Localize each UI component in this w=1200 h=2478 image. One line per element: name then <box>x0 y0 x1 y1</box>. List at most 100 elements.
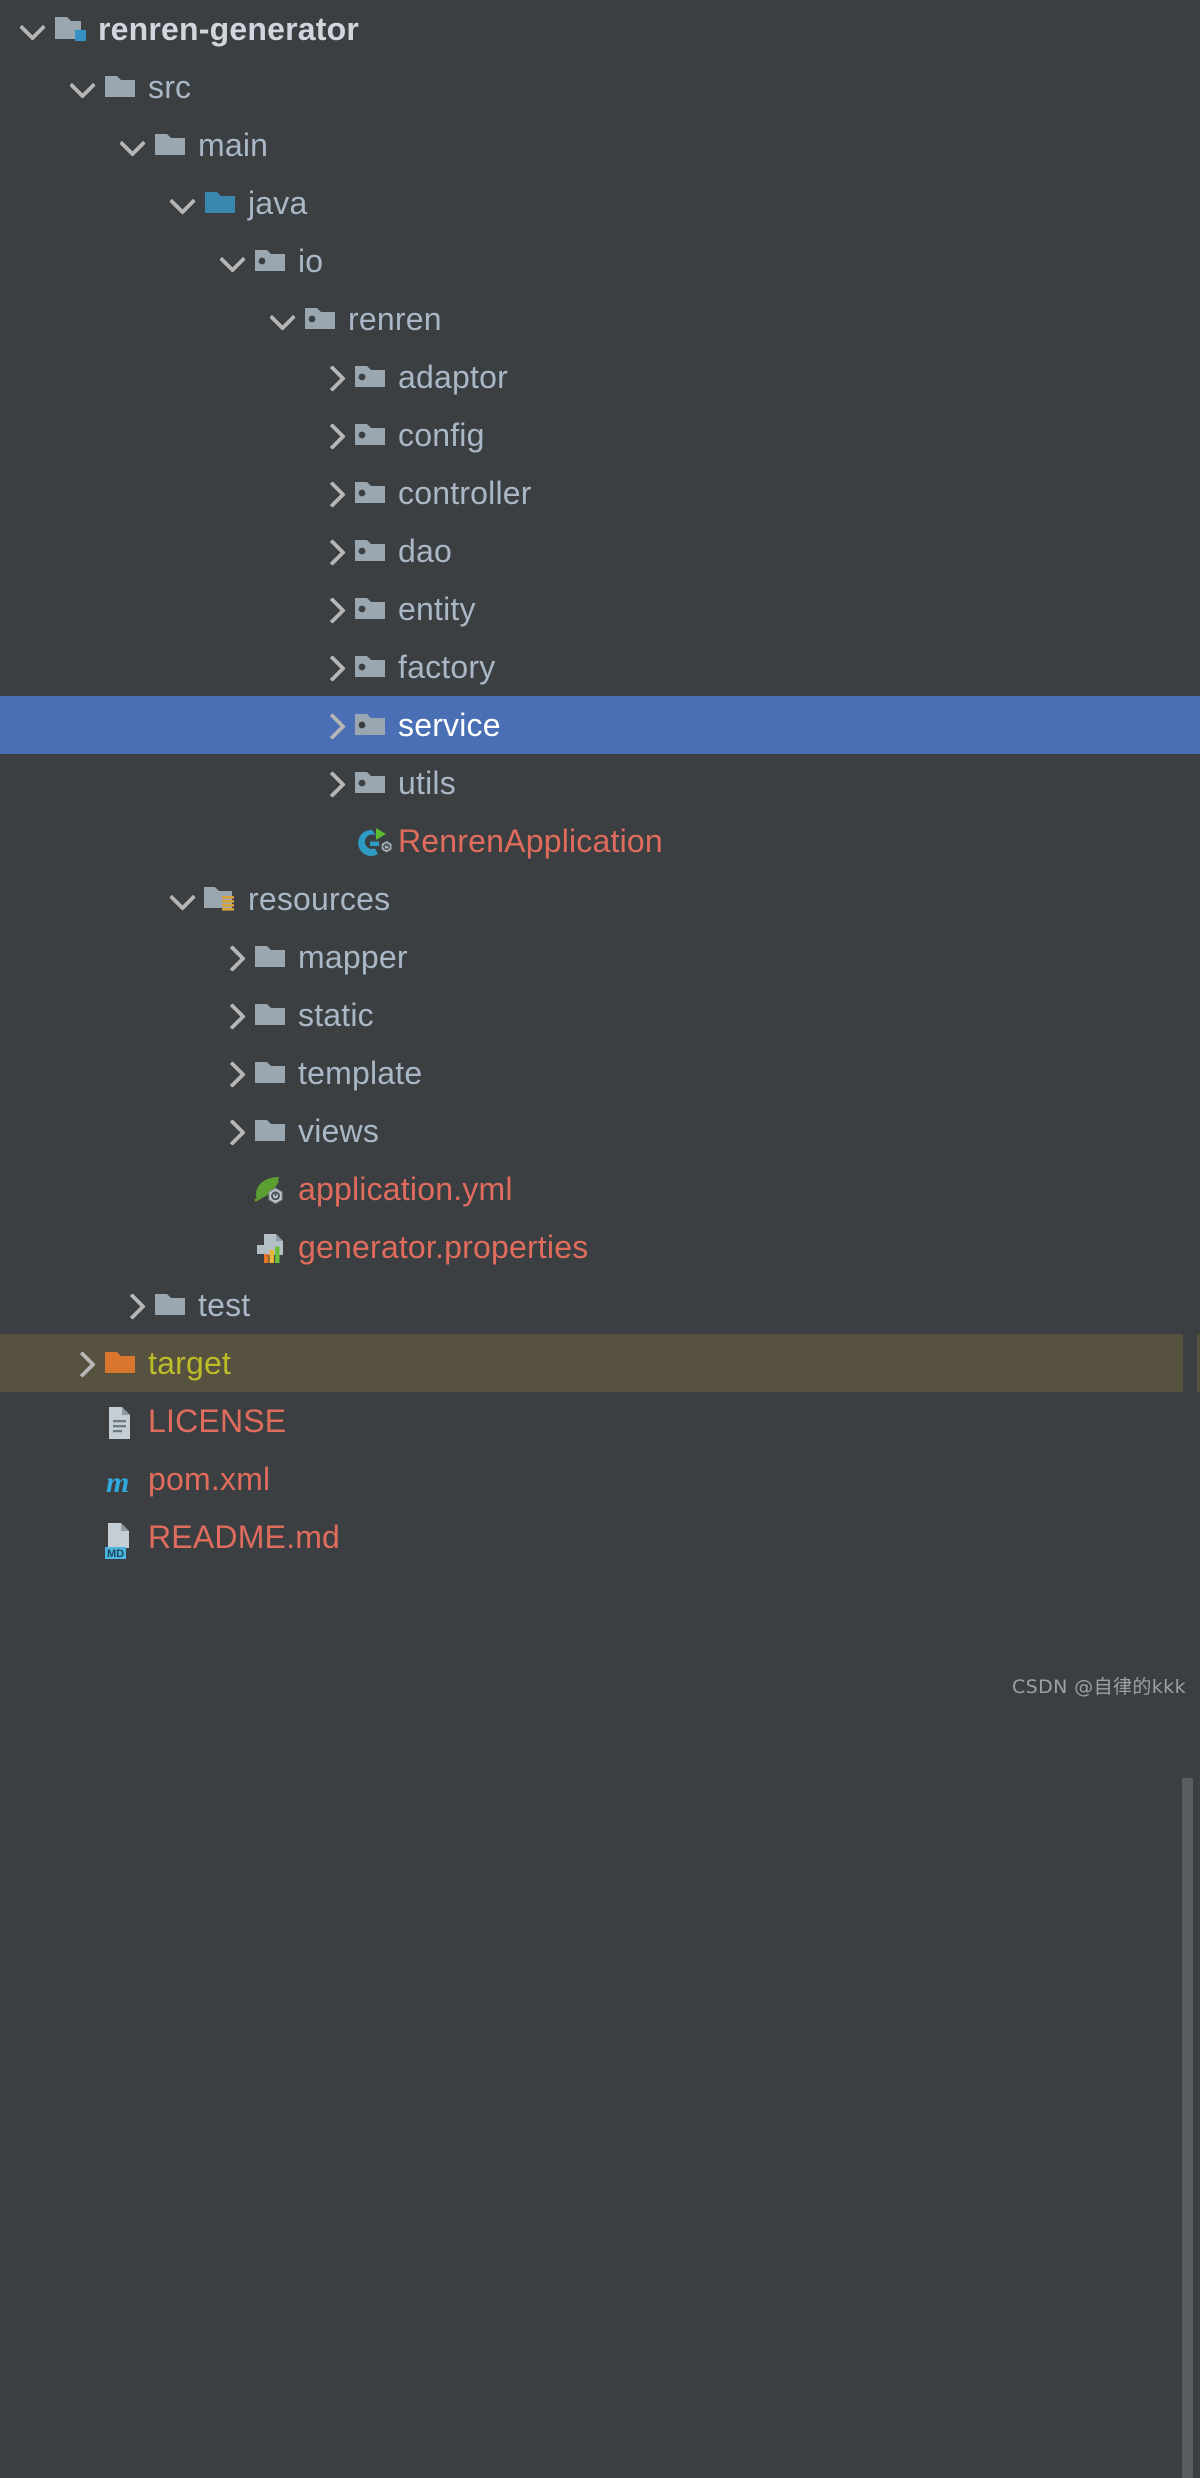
tree-row[interactable]: RenrenApplication <box>0 812 1200 870</box>
indent-spacer <box>0 493 316 494</box>
tree-row[interactable]: views <box>0 1102 1200 1160</box>
folder-icon <box>250 928 296 986</box>
chevron-down-icon[interactable] <box>266 290 300 348</box>
tree-node-label: LICENSE <box>148 1403 287 1439</box>
no-arrow-spacer <box>216 1160 250 1218</box>
tree-row[interactable]: static <box>0 986 1200 1044</box>
markdown-file-icon: MD <box>100 1508 146 1566</box>
no-arrow-spacer <box>216 1218 250 1276</box>
tree-row[interactable]: factory <box>0 638 1200 696</box>
no-arrow-spacer <box>316 812 350 870</box>
tree-row[interactable]: renren <box>0 290 1200 348</box>
tree-row[interactable]: generator.properties <box>0 1218 1200 1276</box>
spring-boot-run-icon <box>350 812 396 870</box>
indent-spacer <box>0 1421 66 1422</box>
svg-text:m: m <box>106 1466 129 1499</box>
tree-row[interactable]: main <box>0 116 1200 174</box>
indent-spacer <box>0 1189 216 1190</box>
chevron-right-icon[interactable] <box>316 696 350 754</box>
package-icon <box>300 290 346 348</box>
chevron-right-icon[interactable] <box>216 1102 250 1160</box>
tree-row[interactable]: LICENSE <box>0 1392 1200 1450</box>
package-icon <box>250 232 296 290</box>
package-icon <box>350 580 396 638</box>
indent-spacer <box>0 1479 66 1480</box>
module-folder-icon <box>50 0 96 58</box>
tree-node-label: renren <box>348 301 442 337</box>
indent-spacer <box>0 377 316 378</box>
chevron-right-icon[interactable] <box>216 1044 250 1102</box>
tree-row[interactable]: dao <box>0 522 1200 580</box>
tree-node-label: dao <box>398 533 452 569</box>
tree-node-label: adaptor <box>398 359 508 395</box>
chevron-right-icon[interactable] <box>316 464 350 522</box>
tree-node-label: factory <box>398 649 496 685</box>
tree-row[interactable]: test <box>0 1276 1200 1334</box>
tree-node-label: src <box>148 69 192 105</box>
indent-spacer <box>0 1363 66 1364</box>
chevron-right-icon[interactable] <box>216 928 250 986</box>
chevron-down-icon[interactable] <box>166 870 200 928</box>
vertical-scrollbar-thumb[interactable] <box>1182 1778 1193 2478</box>
indent-spacer <box>0 87 66 88</box>
folder-icon <box>150 1276 196 1334</box>
indent-spacer <box>0 609 316 610</box>
tree-row[interactable]: service <box>0 696 1200 754</box>
vertical-scrollbar-track[interactable] <box>1182 888 1197 2478</box>
tree-row[interactable]: src <box>0 58 1200 116</box>
package-icon <box>350 464 396 522</box>
tree-row[interactable]: renren-generator <box>0 0 1200 58</box>
chevron-right-icon[interactable] <box>116 1276 150 1334</box>
tree-node-label: controller <box>398 475 532 511</box>
project-tree[interactable]: renren-generator src main java io renren… <box>0 0 1200 1709</box>
chevron-right-icon[interactable] <box>316 754 350 812</box>
tree-node-label: static <box>298 997 374 1033</box>
tree-row[interactable]: java <box>0 174 1200 232</box>
indent-spacer <box>0 957 216 958</box>
tree-node-label: entity <box>398 591 476 627</box>
chevron-down-icon[interactable] <box>166 174 200 232</box>
chevron-down-icon[interactable] <box>216 232 250 290</box>
chevron-right-icon[interactable] <box>316 348 350 406</box>
tree-row[interactable]: io <box>0 232 1200 290</box>
chevron-right-icon[interactable] <box>316 522 350 580</box>
no-arrow-spacer <box>66 1392 100 1450</box>
tree-row[interactable]: controller <box>0 464 1200 522</box>
tree-row[interactable]: resources <box>0 870 1200 928</box>
tree-row[interactable]: entity <box>0 580 1200 638</box>
tree-node-label: io <box>298 243 324 279</box>
tree-row[interactable]: m pom.xml <box>0 1450 1200 1508</box>
svg-text:MD: MD <box>107 1548 124 1560</box>
tree-row[interactable]: application.yml <box>0 1160 1200 1218</box>
tree-node-label: pom.xml <box>148 1461 271 1497</box>
tree-row[interactable]: target <box>0 1334 1200 1392</box>
tree-row[interactable]: template <box>0 1044 1200 1102</box>
csdn-watermark: CSDN @自律的kkk <box>1011 1676 1186 1698</box>
chevron-right-icon[interactable] <box>316 406 350 464</box>
chevron-down-icon[interactable] <box>16 0 50 58</box>
indent-spacer <box>0 145 116 146</box>
chevron-right-icon[interactable] <box>316 638 350 696</box>
chevron-right-icon[interactable] <box>316 580 350 638</box>
tree-node-label: target <box>148 1345 232 1381</box>
no-arrow-spacer <box>66 1450 100 1508</box>
tree-row[interactable]: mapper <box>0 928 1200 986</box>
indent-spacer <box>0 841 316 842</box>
indent-spacer <box>0 1305 116 1306</box>
chevron-right-icon[interactable] <box>216 986 250 1044</box>
tree-row[interactable]: config <box>0 406 1200 464</box>
chevron-right-icon[interactable] <box>66 1334 100 1392</box>
tree-node-label: generator.properties <box>298 1229 589 1265</box>
chevron-down-icon[interactable] <box>66 58 100 116</box>
tree-row[interactable]: adaptor <box>0 348 1200 406</box>
tree-node-label: main <box>198 127 269 163</box>
folder-icon <box>250 1102 296 1160</box>
chevron-down-icon[interactable] <box>116 116 150 174</box>
tree-row[interactable]: MD README.md <box>0 1508 1200 1566</box>
tree-row[interactable]: utils <box>0 754 1200 812</box>
folder-icon <box>250 986 296 1044</box>
indent-spacer <box>0 261 216 262</box>
indent-spacer <box>0 551 316 552</box>
package-icon <box>350 348 396 406</box>
package-icon <box>350 406 396 464</box>
